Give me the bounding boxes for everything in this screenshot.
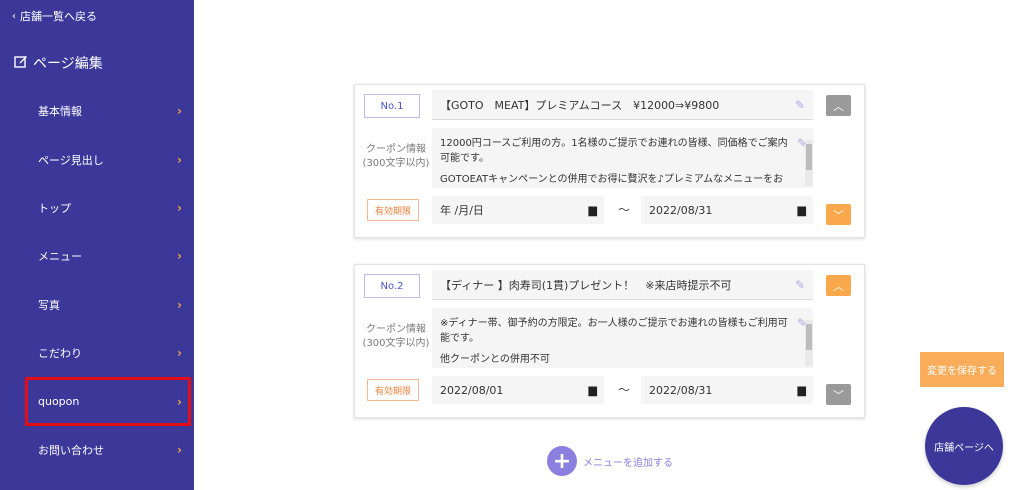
chevron-right-icon: › [177, 200, 182, 215]
page-edit-title: ページ編集 [14, 53, 103, 73]
chevron-up-icon: ︿ [833, 279, 844, 293]
end-date-input[interactable]: 2022/08/31 ▆ [641, 376, 813, 404]
sidebar-item-quopon[interactable]: quopon › [25, 377, 191, 426]
page-edit-label: ページ編集 [33, 56, 103, 72]
end-date-value: 2022/08/31 [649, 203, 713, 217]
valid-period-badge: 有効期限 [367, 199, 419, 221]
start-date-input[interactable]: 2022/08/01 ▆ [432, 376, 604, 404]
description-line: 他クーポンとの併用不可 [440, 354, 550, 365]
coupon-title-field[interactable]: 【GOTO MEAT】プレミアムコース ¥12000⇒¥9800 ✎ [432, 90, 813, 120]
calendar-icon[interactable]: ▆ [589, 384, 597, 397]
chevron-left-icon: ‹ [12, 10, 16, 22]
sidebar-item-kodawari[interactable]: こだわり › [0, 329, 194, 377]
description-line: ※ディナー帯、御予約の方限定。お一人様のご提示でお連れの皆様もご利用可能です。 [440, 318, 788, 344]
sidebar-item-label: 写真 [38, 298, 60, 312]
description-line: 12000円コースご利用の方。1名様のご提示でお連れの皆様、同価格でご案内可能で… [440, 138, 788, 164]
calendar-icon[interactable]: ▆ [798, 384, 806, 397]
back-to-store-list-link[interactable]: ‹ 店舗一覧へ戻る [12, 8, 97, 24]
save-changes-button[interactable]: 変更を保存する [920, 352, 1004, 387]
plus-icon: + [547, 446, 577, 476]
chevron-right-icon: › [177, 104, 182, 119]
save-changes-label: 変更を保存する [927, 366, 997, 377]
sidebar-nav: 基本情報 › ページ見出し › トップ › メニュー › 写真 › こだわり ›… [0, 87, 194, 474]
store-page-button[interactable]: 店舗ページへ [925, 407, 1003, 485]
sidebar-item-page-heading[interactable]: ページ見出し › [0, 135, 194, 183]
end-date-input[interactable]: 2022/08/31 ▆ [641, 196, 813, 224]
date-range-separator: 〜 [618, 203, 631, 217]
chevron-up-icon: ︿ [833, 99, 844, 113]
start-date-value: 2022/08/01 [440, 383, 504, 397]
sidebar-item-basic-info[interactable]: 基本情報 › [0, 87, 194, 135]
calendar-icon[interactable]: ▆ [589, 204, 597, 217]
valid-period-badge: 有効期限 [367, 379, 419, 401]
coupon-number-badge: No.2 [364, 274, 420, 298]
chevron-right-icon: › [177, 249, 182, 264]
sidebar: ‹ 店舗一覧へ戻る ページ編集 基本情報 › ページ見出し › トップ › メニ… [0, 0, 194, 490]
coupon-card: No.2 【ディナー 】肉寿司(1貫)プレゼント！ ※来店時提示不可 ✎ ︿ ク… [354, 264, 865, 418]
sidebar-item-label: quopon [38, 395, 80, 409]
coupon-info-label-line1: クーポン情報 [366, 144, 426, 155]
chevron-down-icon: ﹀ [833, 208, 844, 222]
sidebar-item-label: お問い合わせ [38, 443, 104, 457]
coupon-info-label-line1: クーポン情報 [366, 324, 426, 335]
store-page-label: 店舗ページへ [934, 442, 994, 454]
sidebar-item-label: トップ [38, 201, 71, 215]
coupon-description-textarea[interactable]: ※ディナー帯、御予約の方限定。お一人様のご提示でお連れの皆様もご利用可能です。 … [432, 308, 813, 368]
sidebar-item-label: メニュー [38, 250, 82, 264]
chevron-right-icon: › [177, 297, 182, 312]
start-date-input[interactable]: 年 /月/日 ▆ [432, 196, 604, 224]
move-up-button[interactable]: ︿ [826, 95, 851, 116]
sidebar-item-photos[interactable]: 写真 › [0, 281, 194, 329]
pencil-icon: ✎ [794, 277, 805, 292]
back-link-label: 店舗一覧へ戻る [20, 10, 97, 23]
move-down-button[interactable]: ﹀ [826, 204, 851, 225]
coupon-info-label-line2: (300文字以内) [362, 158, 430, 169]
add-menu-button[interactable]: + メニューを追加する [547, 446, 673, 476]
coupon-description-textarea[interactable]: 12000円コースご利用の方。1名様のご提示でお連れの皆様、同価格でご案内可能で… [432, 128, 813, 188]
sidebar-item-top[interactable]: トップ › [0, 184, 194, 232]
add-menu-label: メニューを追加する [583, 457, 673, 469]
pencil-icon: ✎ [794, 97, 805, 112]
description-line: GOTOEATキャンペーンとの併用でお得に贅沢を♪プレミアムなメニューをお楽 [440, 174, 784, 185]
sidebar-item-contact[interactable]: お問い合わせ › [0, 426, 194, 474]
chevron-down-icon: ﹀ [833, 388, 844, 402]
coupon-card: No.1 【GOTO MEAT】プレミアムコース ¥12000⇒¥9800 ✎ … [354, 84, 865, 238]
chevron-right-icon: › [177, 394, 182, 409]
coupon-title-field[interactable]: 【ディナー 】肉寿司(1貫)プレゼント！ ※来店時提示不可 ✎ [432, 270, 813, 300]
coupon-title-text: 【GOTO MEAT】プレミアムコース ¥12000⇒¥9800 [440, 98, 720, 112]
calendar-icon[interactable]: ▆ [798, 204, 806, 217]
scrollbar-thumb[interactable] [806, 144, 812, 170]
edit-square-icon [14, 54, 28, 72]
move-up-button[interactable]: ︿ [826, 275, 851, 296]
move-down-button[interactable]: ﹀ [826, 384, 851, 405]
coupon-info-label-line2: (300文字以内) [362, 338, 430, 349]
textarea-scrollbar[interactable] [805, 320, 813, 366]
scrollbar-thumb[interactable] [806, 324, 812, 350]
sidebar-item-menu[interactable]: メニュー › [0, 232, 194, 280]
sidebar-item-label: こだわり [38, 347, 82, 361]
coupon-info-label: クーポン情報 (300文字以内) [361, 323, 431, 351]
textarea-scrollbar[interactable] [805, 140, 813, 186]
date-range-separator: 〜 [618, 383, 631, 397]
coupon-title-text: 【ディナー 】肉寿司(1貫)プレゼント！ ※来店時提示不可 [440, 278, 732, 292]
chevron-right-icon: › [177, 152, 182, 167]
sidebar-item-label: 基本情報 [38, 105, 82, 119]
sidebar-item-label: ページ見出し [38, 153, 104, 167]
start-date-value: 年 /月/日 [440, 204, 484, 217]
coupon-number-badge: No.1 [364, 94, 420, 118]
chevron-right-icon: › [177, 346, 182, 361]
chevron-right-icon: › [177, 442, 182, 457]
end-date-value: 2022/08/31 [649, 383, 713, 397]
coupon-info-label: クーポン情報 (300文字以内) [361, 143, 431, 171]
